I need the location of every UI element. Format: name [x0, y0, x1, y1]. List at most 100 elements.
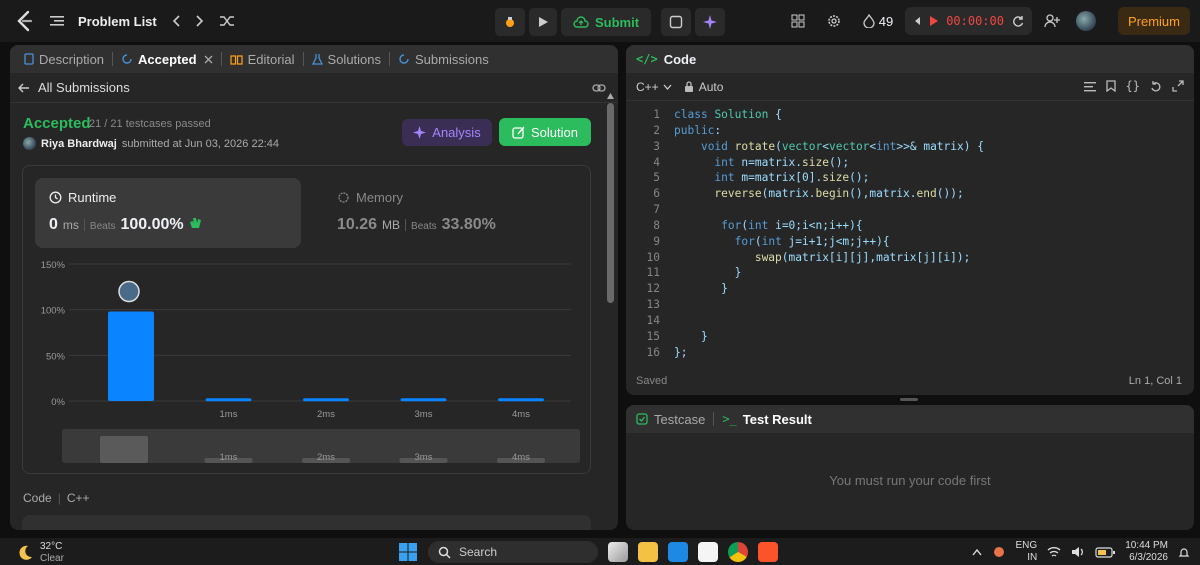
code-line[interactable]: 16}; [626, 345, 1194, 361]
code-line[interactable]: 14 [626, 313, 1194, 329]
brave-icon[interactable] [758, 542, 778, 562]
task-view-icon[interactable] [608, 542, 628, 562]
layout-icon[interactable] [791, 14, 805, 28]
chart-bar[interactable] [498, 398, 544, 402]
memory-card[interactable]: Memory 10.26 MB Beats 33.80% [323, 178, 563, 248]
premium-button[interactable]: Premium [1117, 7, 1190, 35]
language-select[interactable]: C++ [636, 80, 672, 94]
add-user-icon[interactable] [1044, 14, 1060, 28]
analysis-button[interactable]: Analysis [402, 119, 492, 146]
collapse-left-icon[interactable] [913, 16, 921, 26]
tab-accepted[interactable]: Accepted [115, 52, 219, 67]
tab-testcase[interactable]: Testcase [654, 412, 705, 427]
undo-icon[interactable] [1150, 79, 1162, 93]
chevron-right-icon[interactable] [195, 14, 205, 28]
chrome-icon[interactable] [728, 542, 748, 562]
code-line[interactable]: 4 int n=matrix.size(); [626, 155, 1194, 171]
run-button[interactable] [529, 8, 557, 36]
line-text: for(int i=0;i<n;i++){ [721, 218, 863, 232]
user-avatar[interactable] [1075, 11, 1096, 31]
submit-button[interactable]: Submit [561, 8, 652, 36]
x-tick-label: 4ms [512, 409, 530, 420]
bookmark-icon[interactable] [1105, 79, 1116, 93]
chart-bar[interactable] [400, 398, 447, 402]
notes-button[interactable] [661, 8, 692, 36]
timer-value: 00:00:00 [946, 14, 1004, 28]
runtime-card[interactable]: Runtime 0 ms Beats 100.00% [35, 178, 301, 248]
problem-list-link[interactable]: Problem List [78, 14, 157, 29]
code-line[interactable]: 8 for(int i=0;i<n;i++){ [626, 218, 1194, 234]
chart-bar[interactable] [108, 311, 154, 401]
link-icon[interactable] [592, 83, 606, 93]
taskbar-search[interactable]: Search [428, 541, 598, 563]
beats-label: Beats [89, 221, 116, 232]
play-icon[interactable] [929, 16, 939, 26]
gear-icon[interactable] [827, 14, 841, 28]
panel-resize-handle[interactable] [900, 398, 918, 401]
weather-widget[interactable]: 32°C Clear [16, 542, 64, 564]
reset-icon[interactable] [1012, 15, 1024, 27]
line-text: void rotate(vector<vector<int>>& matrix)… [700, 139, 984, 153]
shuffle-icon[interactable] [219, 14, 235, 28]
windows-start-icon[interactable] [398, 542, 418, 562]
chevron-up-icon[interactable] [971, 548, 982, 556]
code-editor-panel: </> Code C++ Auto {} 1 class Solution {2 p… [626, 45, 1194, 395]
expand-icon[interactable] [1172, 79, 1184, 93]
tab-test-result[interactable]: Test Result [743, 412, 812, 427]
timer[interactable]: 00:00:00 [905, 7, 1032, 35]
code-line[interactable]: 2 public: [626, 123, 1194, 139]
user-name[interactable]: Riya Bhardwaj [41, 138, 117, 150]
list-icon[interactable] [50, 15, 64, 27]
debug-button[interactable] [495, 8, 525, 36]
code-line[interactable]: 7 [626, 202, 1194, 218]
system-clock[interactable]: 10:44 PM 6/3/2026 [1125, 540, 1168, 564]
chart-bar[interactable] [205, 398, 252, 402]
panel-scrollbar[interactable] [607, 93, 614, 530]
user-avatar[interactable] [23, 137, 36, 150]
vscode-icon[interactable] [668, 542, 688, 562]
chart-bar[interactable] [303, 398, 349, 402]
braces-icon[interactable]: {} [1126, 79, 1140, 93]
code-line[interactable]: 3 void rotate(vector<vector<int>>& matri… [626, 139, 1194, 155]
language-indicator[interactable]: ENG IN [1016, 540, 1038, 564]
code-line[interactable]: 15 } [626, 329, 1194, 345]
line-text: swap(matrix[i][j],matrix[j][i]); [754, 250, 971, 264]
tab-editorial[interactable]: Editorial [224, 52, 301, 67]
code-line[interactable]: 5 int m=matrix[0].size(); [626, 170, 1194, 186]
format-icon[interactable] [1083, 79, 1096, 93]
chevron-left-icon[interactable] [171, 14, 181, 28]
runtime-label: Runtime [68, 190, 117, 205]
mode-value: Auto [698, 79, 724, 94]
tab-solutions[interactable]: Solutions [306, 52, 387, 67]
code-line[interactable]: 6 reverse(matrix.begin(),matrix.end()); [626, 186, 1194, 202]
arrow-left-icon[interactable] [18, 83, 30, 93]
file-explorer-icon[interactable] [638, 542, 658, 562]
code-line[interactable]: 13 [626, 297, 1194, 313]
notification-icon[interactable] [1178, 546, 1190, 558]
mode-toggle[interactable]: Auto [684, 79, 724, 94]
battery-icon[interactable] [1095, 546, 1116, 558]
code-line[interactable]: 11 } [626, 265, 1194, 281]
code-editor[interactable]: 1 class Solution {2 public: 3 void rotate(v… [626, 107, 1194, 361]
scroll-thumb[interactable] [607, 103, 614, 303]
code-line[interactable]: 1 class Solution { [626, 107, 1194, 123]
user-avatar-marker [118, 280, 140, 303]
close-icon[interactable] [204, 55, 213, 64]
tab-submissions[interactable]: Submissions [392, 52, 495, 67]
wifi-icon[interactable] [1047, 546, 1061, 558]
tab-label: Submissions [415, 51, 489, 67]
tab-description[interactable]: Description [18, 52, 110, 67]
ai-assist-button[interactable] [695, 8, 726, 36]
code-line[interactable]: 12 } [626, 281, 1194, 297]
weather-tray-icon[interactable] [992, 546, 1006, 558]
line-text: int n=matrix.size(); [714, 155, 850, 169]
notion-icon[interactable] [698, 542, 718, 562]
volume-icon[interactable] [1071, 546, 1085, 558]
code-line[interactable]: 10 swap(matrix[i][j],matrix[j][i]); [626, 250, 1194, 266]
all-submissions-link[interactable]: All Submissions [10, 73, 618, 103]
solution-button[interactable]: Solution [499, 118, 591, 146]
leetcode-logo-icon[interactable] [14, 9, 36, 33]
runtime-distribution-chart[interactable]: 150% 100% 50% 0% 1ms 2ms 3ms 4ms 1ms 2ms 3ms 4ms [23, 246, 590, 474]
sparkle-icon [703, 15, 718, 29]
code-line[interactable]: 9 for(int j=i+1;j<m;j++){ [626, 234, 1194, 250]
